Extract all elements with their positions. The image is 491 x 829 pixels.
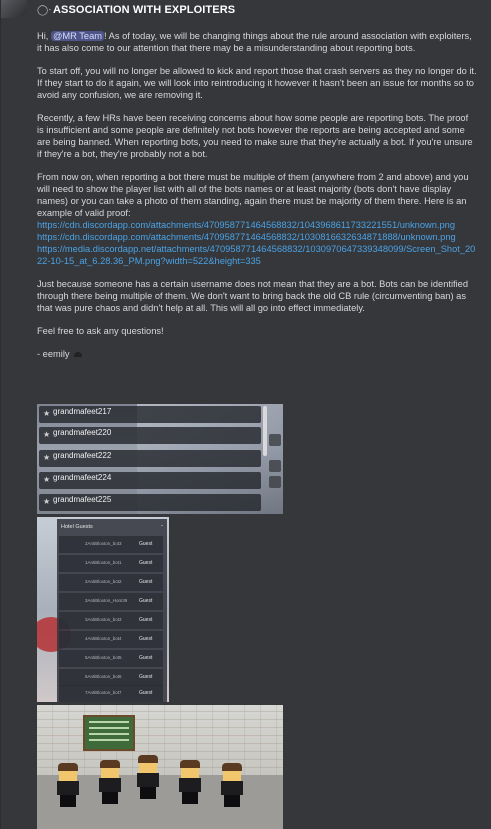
guest-row: 6AntiBloxton_bot6 Guest <box>59 669 163 686</box>
channel-title: ASSOCIATION WITH EXPLOITERS <box>53 4 236 16</box>
player-name: grandmafeet225 <box>53 495 112 504</box>
star-icon: ★ <box>43 409 51 418</box>
proof-link-3[interactable]: https://media.discordapp.net/attachments… <box>37 243 477 267</box>
star-icon: ★ <box>43 453 51 462</box>
player-row: ★ grandmafeet220 <box>39 427 261 444</box>
side-button <box>269 460 281 472</box>
notice-board <box>83 715 135 751</box>
proof-link-2[interactable]: https://cdn.discordapp.com/attachments/4… <box>37 231 477 243</box>
guest-row: 5AntiBloxton_bot5 Guest <box>59 650 163 667</box>
guest-row: 7AntiBloxton_bot7 Guest <box>59 685 163 702</box>
bots-standing-screenshot[interactable] <box>37 705 283 829</box>
greeting-text: Hi, <box>37 31 51 41</box>
star-icon: ★ <box>43 430 51 439</box>
guest-row: 4AntiBloxton_bot4 Guest <box>59 631 163 648</box>
panel-title: Hotel Guests <box>61 524 93 530</box>
guest-row: 3AntiBloxton_bot3 Guest <box>59 612 163 629</box>
star-icon: ★ <box>43 475 51 484</box>
paragraph-5: Just because someone has a certain usern… <box>37 279 469 313</box>
proof-link-1[interactable]: https://cdn.discordapp.com/attachments/4… <box>37 219 477 231</box>
paragraph-3: Recently, a few HRs have been receiving … <box>37 113 473 159</box>
player-name: grandmafeet220 <box>53 428 112 437</box>
paragraph-2: To start off, you will no longer be allo… <box>37 66 477 100</box>
message-content: Hi, @MR Team! As of today, we will be ch… <box>37 30 477 360</box>
signature-text: - eemily <box>37 349 70 359</box>
channel-header: ◯⋅ ASSOCIATION WITH EXPLOITERS <box>1 0 491 22</box>
hotel-guests-screenshot[interactable]: Hotel Guests - 2AntiBloxton_bot3 Guest 1A… <box>37 517 169 702</box>
hat-emoji-icon <box>74 352 83 357</box>
signature: - eemily <box>37 348 477 360</box>
side-button <box>269 434 281 446</box>
player-row: ★ grandmafeet225 <box>39 494 261 511</box>
star-icon: ★ <box>43 497 51 506</box>
player-name: grandmafeet224 <box>53 473 112 482</box>
player-list-screenshot[interactable]: ★ grandmafeet217 ★ grandmafeet220 ★ gran… <box>37 404 283 514</box>
bot-avatar <box>57 763 79 807</box>
avatar[interactable] <box>1 0 27 18</box>
player-name: grandmafeet217 <box>53 407 112 416</box>
announcement-icon: ◯⋅ <box>37 5 52 16</box>
message-frame: ◯⋅ ASSOCIATION WITH EXPLOITERS Hi, @MR T… <box>0 0 491 829</box>
paragraph-6: Feel free to ask any questions! <box>37 326 164 336</box>
guest-row: 3AntiBloxton_Hom39 Guest <box>59 593 163 610</box>
paragraph-1: Hi, @MR Team! As of today, we will be ch… <box>37 30 477 54</box>
player-row: ★ grandmafeet224 <box>39 472 261 489</box>
paragraph-4-text: From now on, when reporting a bot there … <box>37 172 469 218</box>
guest-row: 1AntiBloxton_bot1 Guest <box>59 555 163 572</box>
team-mention[interactable]: @MR Team <box>50 31 104 41</box>
hotel-guests-panel: Hotel Guests - 2AntiBloxton_bot3 Guest 1A… <box>57 519 167 702</box>
side-button <box>269 476 281 488</box>
bot-avatar <box>179 760 201 804</box>
scrollbar <box>263 406 267 456</box>
paragraph-4: From now on, when reporting a bot there … <box>37 171 477 267</box>
player-name: grandmafeet222 <box>53 451 112 460</box>
player-row: ★ grandmafeet217 <box>39 406 261 423</box>
guest-row: 2AntiBloxton_bot3 Guest <box>59 536 163 553</box>
bot-avatar <box>221 763 243 807</box>
bot-avatar <box>99 760 121 804</box>
panel-close: - <box>161 523 163 529</box>
guest-row: 2AntiBloxton_bot2 Guest <box>59 574 163 591</box>
player-row: ★ grandmafeet222 <box>39 450 261 467</box>
bot-avatar <box>137 755 159 799</box>
